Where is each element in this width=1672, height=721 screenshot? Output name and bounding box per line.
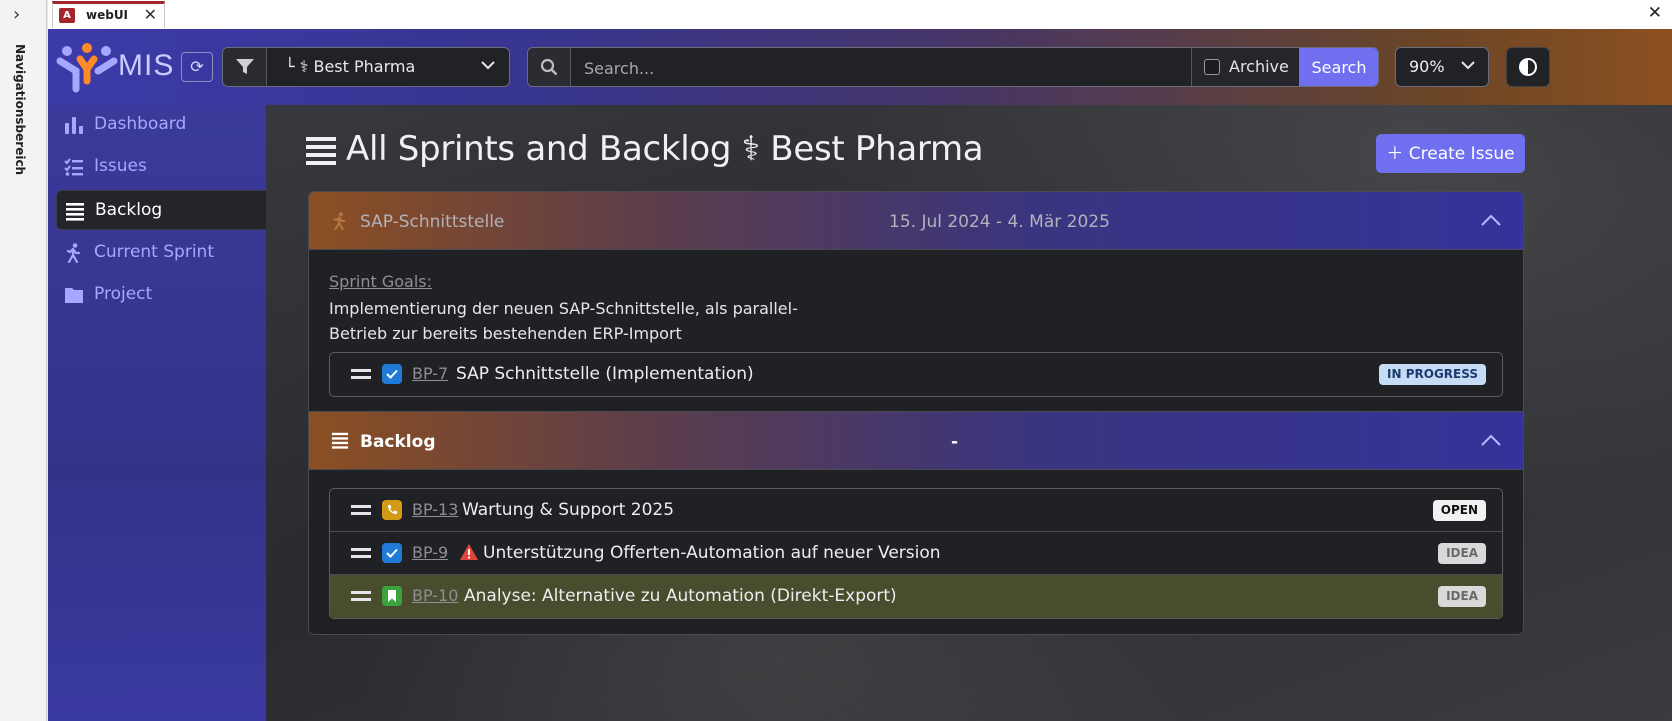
status-badge: IDEA: [1438, 586, 1486, 607]
bar-chart-icon: [65, 117, 83, 134]
archive-checkbox[interactable]: [1204, 59, 1220, 75]
sidebar-item-label: Issues: [94, 156, 147, 176]
task-type-icon: [382, 543, 402, 563]
mis-logo-icon: [56, 43, 118, 93]
phone-icon: [382, 500, 402, 520]
document-tab-title: webUI: [86, 8, 129, 22]
issue-row[interactable]: BP-10 Analyse: Alternative zu Automation…: [330, 575, 1502, 618]
issue-title[interactable]: Wartung & Support 2025: [462, 500, 674, 520]
project-filter[interactable]: └ ⚕ Best Pharma: [222, 47, 510, 87]
contrast-icon: [1519, 58, 1537, 76]
sprint-goals-text: Implementierung der neuen SAP-Schnittste…: [329, 296, 809, 346]
sidebar-item-label: Project: [94, 284, 153, 304]
search-icon: [528, 48, 571, 86]
issue-title[interactable]: Analyse: Alternative zu Automation (Dire…: [464, 586, 897, 606]
issue-title[interactable]: Unterstützung Offerten-Automation auf ne…: [483, 543, 941, 563]
drag-handle-icon[interactable]: [351, 547, 371, 559]
drag-handle-icon[interactable]: [351, 368, 371, 380]
refresh-icon: ⟳: [190, 57, 204, 76]
refresh-button[interactable]: ⟳: [181, 52, 213, 82]
status-badge: OPEN: [1432, 500, 1486, 521]
sidebar-item-dashboard[interactable]: Dashboard: [56, 105, 266, 145]
chevron-down-icon: [481, 61, 495, 70]
sidebar-item-label: Backlog: [95, 200, 163, 220]
sprint-dates: 15. Jul 2024 - 4. Mär 2025: [889, 212, 1110, 232]
sprint-issue-list: BP-7 SAP Schnittstelle (Implementation) …: [329, 352, 1503, 397]
issue-key-link[interactable]: BP-10: [412, 586, 458, 605]
chevron-down-icon: [1461, 61, 1475, 70]
list-icon: [306, 137, 336, 165]
issue-key-link[interactable]: BP-7: [412, 364, 448, 383]
search-button[interactable]: Search: [1299, 48, 1378, 86]
backlog-issue-list: BP-13 Wartung & Support 2025 OPEN BP-9 U…: [329, 488, 1503, 619]
document-tab-webui[interactable]: A webUI ✕: [52, 1, 165, 28]
issue-row[interactable]: BP-9 Unterstützung Offerten-Automation a…: [330, 532, 1502, 575]
bookmark-icon: [382, 586, 402, 606]
list-icon: [66, 203, 84, 221]
search-bar: Archive Search: [527, 47, 1379, 87]
backlog-header[interactable]: Backlog -: [309, 412, 1523, 470]
close-window-button[interactable]: ✕: [1648, 3, 1662, 23]
nav-pane-expand-button[interactable]: ›: [13, 6, 20, 24]
issue-title[interactable]: SAP Schnittstelle (Implementation): [456, 364, 754, 384]
sidebar-item-backlog[interactable]: Backlog: [56, 190, 266, 230]
project-filter-value: └ ⚕ Best Pharma: [285, 57, 416, 76]
list-icon: [331, 432, 349, 449]
close-tab-button[interactable]: ✕: [144, 5, 157, 24]
theme-toggle-button[interactable]: [1506, 47, 1550, 87]
backlog-title: Backlog: [360, 432, 436, 452]
issue-row[interactable]: BP-7 SAP Schnittstelle (Implementation) …: [330, 353, 1502, 396]
chevron-up-icon[interactable]: [1481, 434, 1501, 446]
plus-icon: ＋: [1386, 144, 1404, 164]
archive-label: Archive: [1229, 57, 1289, 76]
status-badge: IDEA: [1438, 543, 1486, 564]
running-person-icon: [333, 212, 346, 231]
sprint-goals-line: Implementierung der neuen SAP-Schnittste…: [329, 299, 798, 318]
sidebar-item-label: Dashboard: [94, 114, 187, 134]
zoom-value: 90%: [1409, 57, 1445, 76]
issue-key-link[interactable]: BP-9: [412, 543, 448, 562]
sprint-goals-label: Sprint Goals:: [329, 272, 432, 291]
create-issue-label: Create Issue: [1408, 144, 1515, 164]
nav-pane-label[interactable]: Navigationsbereich: [13, 44, 27, 175]
checklist-icon: [64, 158, 83, 176]
access-form-icon: A: [59, 8, 75, 23]
filter-icon: [223, 48, 267, 86]
sprint-header[interactable]: SAP-Schnittstelle 15. Jul 2024 - 4. Mär …: [309, 192, 1523, 250]
folder-icon: [65, 288, 83, 303]
top-bar: MIS ⟳ └ ⚕ Best Pharma Archive Search 90%: [48, 29, 1672, 105]
chevron-up-icon[interactable]: [1481, 214, 1501, 226]
sidebar-item-label: Current Sprint: [94, 242, 214, 262]
drag-handle-icon[interactable]: [351, 590, 371, 602]
drag-handle-icon[interactable]: [351, 504, 371, 516]
task-type-icon: [382, 364, 402, 384]
sidebar-item-issues[interactable]: Issues: [56, 147, 266, 187]
sidebar-item-project[interactable]: Project: [56, 275, 266, 315]
search-input[interactable]: [582, 54, 1186, 82]
create-issue-button[interactable]: ＋ Create Issue: [1376, 134, 1525, 173]
issue-key-link[interactable]: BP-13: [412, 500, 458, 519]
archive-toggle[interactable]: Archive: [1191, 48, 1299, 86]
zoom-select[interactable]: 90%: [1395, 47, 1489, 87]
warning-icon: [460, 544, 478, 560]
logo-text: MIS: [118, 49, 175, 82]
logo[interactable]: MIS: [56, 39, 186, 95]
web-app: MIS ⟳ └ ⚕ Best Pharma Archive Search 90%: [48, 29, 1672, 721]
backlog-dates: -: [951, 432, 959, 452]
sidebar-item-current-sprint[interactable]: Current Sprint: [56, 233, 266, 273]
sprint-card: SAP-Schnittstelle 15. Jul 2024 - 4. Mär …: [308, 191, 1524, 412]
status-badge: IN PROGRESS: [1379, 364, 1486, 385]
backlog-card: Backlog - BP-13 Wartung & Support 2025 O…: [308, 412, 1524, 635]
document-tab-bar: A webUI ✕ ✕: [48, 0, 1672, 30]
navigation-pane: › Navigationsbereich: [0, 0, 47, 721]
sprint-goals-line: Betrieb zur bereits bestehenden ERP-Impo…: [329, 324, 682, 343]
sidebar: Dashboard Issues Backlog Current Sprint …: [48, 105, 266, 721]
page-title-text: All Sprints and Backlog ⚕ Best Pharma: [346, 129, 984, 169]
sprint-name: SAP-Schnittstelle: [360, 212, 505, 232]
issue-row[interactable]: BP-13 Wartung & Support 2025 OPEN: [330, 489, 1502, 532]
running-person-icon: [66, 243, 81, 263]
